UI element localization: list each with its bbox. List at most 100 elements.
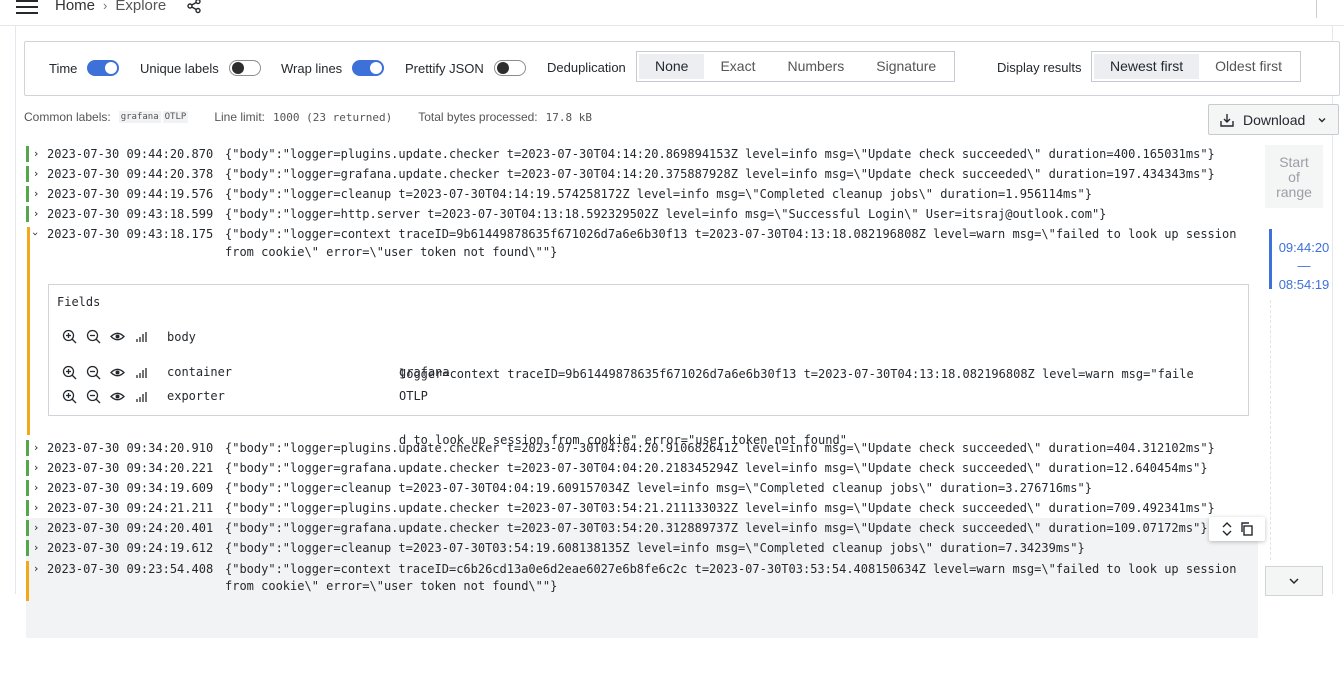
level-indicator [27, 227, 30, 435]
log-message: {"body":"logger=context traceID=9b614498… [225, 227, 1237, 241]
field-value-line: logger=context traceID=9b61449878635f671… [399, 367, 1194, 381]
chevron-right-icon[interactable]: › [34, 204, 38, 224]
dedup-label-text: Deduplication [547, 60, 626, 75]
eye-icon[interactable] [110, 329, 125, 344]
log-message: {"body":"logger=grafana.update.checker t… [225, 167, 1215, 181]
eye-icon[interactable] [110, 365, 125, 380]
share-icon[interactable] [186, 0, 202, 14]
line-limit-value: 1000 (23 returned) [273, 110, 393, 124]
dedup-numbers[interactable]: Numbers [771, 54, 860, 79]
display-results-text: Display results [997, 60, 1082, 75]
wrap-lines-toggle[interactable]: Wrap lines [281, 60, 385, 76]
log-timestamp: 2023-07-30 09:43:18.175 [47, 227, 214, 241]
dedup-signature[interactable]: Signature [860, 54, 952, 79]
chevron-right-icon[interactable]: › [34, 518, 38, 538]
prettify-json-switch[interactable] [493, 60, 526, 76]
log-timestamp: 2023-07-30 09:24:20.401 [47, 521, 214, 535]
chevron-right-icon[interactable]: › [34, 559, 38, 579]
chevron-right-icon[interactable]: › [34, 144, 38, 164]
log-message: {"body":"logger=cleanup t=2023-07-30T04:… [225, 187, 1092, 201]
level-indicator [26, 480, 29, 496]
stats-icon[interactable] [134, 365, 149, 380]
stats-icon[interactable] [134, 389, 149, 404]
log-options-bar: Time Unique labels Wrap lines Prettify J… [24, 41, 1340, 96]
chevron-down-icon [1318, 117, 1326, 122]
zoom-in-icon[interactable] [62, 365, 77, 380]
unique-labels-toggle[interactable]: Unique labels [140, 60, 261, 76]
start-of-range-line: of [1288, 169, 1300, 185]
breadcrumb: Home › Explore [55, 0, 166, 14]
eye-icon[interactable] [110, 389, 125, 404]
start-of-range-button[interactable]: Start of range [1265, 145, 1323, 208]
copy-icon[interactable] [1240, 522, 1254, 536]
prettify-json-label: Prettify JSON [405, 60, 484, 76]
breadcrumb-home[interactable]: Home [55, 0, 95, 14]
chevron-down-icon [1289, 578, 1299, 585]
display-results-label: Display results [997, 60, 1082, 75]
log-message: {"body":"logger=plugins.update.checker t… [225, 147, 1215, 161]
log-timestamp: 2023-07-30 09:44:20.870 [47, 147, 214, 161]
chevron-right-icon[interactable]: › [34, 164, 38, 184]
field-actions [62, 389, 149, 404]
chevron-right-icon[interactable]: › [34, 478, 38, 498]
log-timestamp: 2023-07-30 09:34:20.221 [47, 461, 214, 475]
stats-icon[interactable] [134, 329, 149, 344]
field-value: grafana [399, 365, 450, 379]
newest-first-option[interactable]: Newest first [1094, 54, 1200, 79]
time-toggle[interactable]: Time [49, 60, 120, 76]
chevron-right-icon[interactable]: › [34, 498, 38, 518]
log-timestamp: 2023-07-30 09:34:19.609 [47, 481, 214, 495]
chevron-right-icon[interactable]: › [34, 458, 38, 478]
log-row[interactable]: › 2023-07-30 09:23:54.408 {"body":"logge… [26, 559, 1258, 679]
zoom-out-icon[interactable] [86, 365, 101, 380]
start-of-range-line: Start [1279, 154, 1309, 170]
wrap-lines-label: Wrap lines [281, 60, 343, 76]
chevron-right-icon[interactable]: › [34, 438, 38, 458]
zoom-out-icon[interactable] [86, 389, 101, 404]
log-message-wrap: from cookie\" error=\"user token not fou… [225, 245, 558, 259]
download-button[interactable]: Download [1208, 104, 1339, 135]
scroll-down-button[interactable] [1265, 566, 1323, 596]
bytes-processed-label: Total bytes processed: [418, 110, 538, 124]
level-indicator [26, 146, 29, 162]
field-actions [62, 329, 149, 344]
level-indicator [26, 186, 29, 202]
level-indicator [26, 500, 29, 516]
log-timestamp: 2023-07-30 09:23:54.408 [47, 562, 214, 576]
download-label: Download [1243, 111, 1306, 128]
prettify-json-toggle[interactable]: Prettify JSON [405, 60, 526, 76]
common-labels-label: Common labels: [24, 110, 111, 124]
zoom-in-icon[interactable] [62, 389, 77, 404]
divider [1316, 0, 1317, 18]
level-indicator [26, 460, 29, 476]
dedup-none[interactable]: None [639, 54, 705, 79]
wrap-lines-switch[interactable] [352, 60, 385, 76]
oldest-first-option[interactable]: Oldest first [1199, 54, 1298, 79]
log-timestamp: 2023-07-30 09:44:19.576 [47, 187, 214, 201]
breadcrumb-explore: Explore [115, 0, 167, 14]
expand-icon[interactable] [1220, 522, 1234, 536]
log-timestamp: 2023-07-30 09:24:21.211 [47, 501, 214, 515]
level-indicator [26, 540, 29, 556]
chevron-right-icon[interactable]: › [34, 538, 38, 558]
dedup-label: Deduplication [547, 60, 626, 75]
field-key: exporter [167, 389, 225, 403]
zoom-out-icon[interactable] [86, 329, 101, 344]
dedup-exact[interactable]: Exact [704, 54, 771, 79]
menu-icon[interactable] [16, 0, 38, 14]
range-bottom-time: 08:54:19 [1278, 277, 1330, 292]
chevron-right-icon[interactable]: › [34, 184, 38, 204]
unique-labels-switch[interactable] [228, 60, 261, 76]
display-order-radio-group: Newest first Oldest first [1091, 51, 1302, 82]
time-switch[interactable] [87, 60, 120, 76]
breadcrumb-separator: › [103, 0, 108, 13]
level-indicator [26, 520, 29, 536]
log-timestamp: 2023-07-30 09:34:20.910 [47, 441, 214, 455]
log-message: {"body":"logger=plugins.update.checker t… [225, 501, 1215, 515]
zoom-in-icon[interactable] [62, 329, 77, 344]
level-indicator [26, 440, 29, 456]
log-message: {"body":"logger=plugins.update.checker t… [225, 441, 1215, 455]
fields-title: Fields [57, 295, 101, 309]
log-message: {"body":"logger=cleanup t=2023-07-30T04:… [225, 481, 1092, 495]
field-value: OTLP [399, 389, 428, 403]
